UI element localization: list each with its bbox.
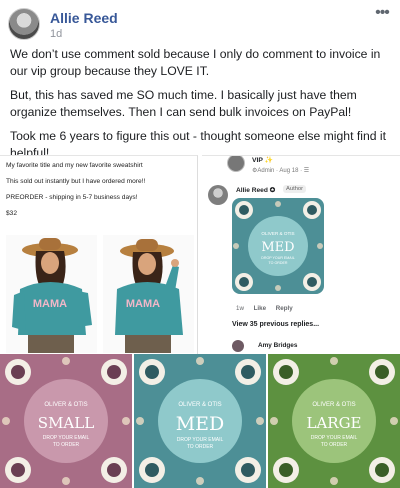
group-avatar [227, 156, 245, 172]
comment-tile-cta2: TO ORDER [269, 261, 288, 265]
facebook-post: Allie Reed 1d ••• We don’t use comment s… [0, 0, 400, 488]
tile-size: MED [176, 413, 225, 435]
like-button[interactable]: Like [254, 305, 266, 312]
post-body: We don’t use comment sold because I only… [10, 46, 392, 169]
comment-actions: 1w Like Reply [236, 305, 301, 312]
reply-avatar [232, 340, 244, 352]
tile-cta: DROP YOUR EMAIL [177, 437, 224, 443]
product-preorder: PREORDER - shipping in 5-7 business days… [6, 194, 138, 201]
comment-age: 1w [236, 305, 244, 312]
size-tile-large[interactable]: OLIVER & OTIS LARGE DROP YOUR EMAIL TO O… [268, 354, 400, 488]
size-tiles-gallery: OLIVER & OTIS SMALL DROP YOUR EMAIL TO O… [0, 354, 400, 488]
commenter-avatar [208, 185, 228, 205]
group-name: VIP ✨ [252, 157, 274, 164]
tile-brand: OLIVER & OTIS [44, 402, 87, 408]
author-avatar[interactable] [8, 8, 40, 40]
product-note: This sold out instantly but I have order… [6, 178, 146, 185]
tile-cta: DROP YOUR EMAIL [311, 435, 358, 441]
more-options-button[interactable]: ••• [372, 5, 392, 24]
tile-brand: OLIVER & OTIS [178, 402, 221, 408]
tile-cta2: TO ORDER [53, 442, 80, 448]
sweatshirt-print: MAMA [33, 298, 67, 310]
post-paragraph: But, this has saved me SO much time. I b… [10, 88, 357, 119]
tile-cta2: TO ORDER [321, 442, 348, 448]
commenter-name: Allie Reed ✪ [236, 187, 276, 194]
comment-tile-size: MED [261, 240, 294, 255]
size-tile-small[interactable]: OLIVER & OTIS SMALL DROP YOUR EMAIL TO O… [0, 354, 132, 488]
group-meta: ⚙Admin · Aug 18 · ☰ [252, 168, 310, 174]
comment-screenshot[interactable]: VIP ✨ ⚙Admin · Aug 18 · ☰ Allie Reed ✪ A… [202, 155, 400, 354]
post-paragraph: We don’t use comment sold because I only… [10, 47, 381, 78]
reply-button[interactable]: Reply [276, 305, 293, 312]
tile-size: LARGE [306, 414, 361, 432]
author-name[interactable]: Allie Reed [50, 10, 118, 26]
comment-tile-cta: DROP YOUR EMAIL [261, 256, 294, 260]
product-description: My favorite title and my new favorite sw… [6, 161, 196, 225]
comment-tile-brand: OLIVER & OTIS [261, 231, 294, 236]
post-header: Allie Reed 1d ••• [8, 5, 392, 42]
product-price: $32 [6, 210, 18, 217]
reply-author-name[interactable]: Amy Bridges [258, 342, 297, 349]
view-previous-replies-link[interactable]: View 35 previous replies... [232, 321, 319, 328]
product-photo-side[interactable]: MAMA [103, 235, 194, 353]
product-title: My favorite title and my new favorite sw… [6, 162, 143, 169]
author-badge: Author [283, 185, 307, 193]
tile-cta2: TO ORDER [187, 444, 214, 450]
sweatshirt-print: MAMA [126, 298, 160, 310]
tile-size: SMALL [38, 414, 94, 432]
size-tile-med[interactable]: OLIVER & OTIS MED DROP YOUR EMAIL TO ORD… [134, 354, 266, 488]
comment-size-image: OLIVER & OTIS MED DROP YOUR EMAIL TO ORD… [232, 198, 324, 294]
post-timestamp[interactable]: 1d [50, 28, 62, 40]
product-photo-front[interactable]: MAMA [6, 235, 97, 353]
tile-cta: DROP YOUR EMAIL [43, 435, 90, 441]
tile-brand: OLIVER & OTIS [312, 402, 355, 408]
